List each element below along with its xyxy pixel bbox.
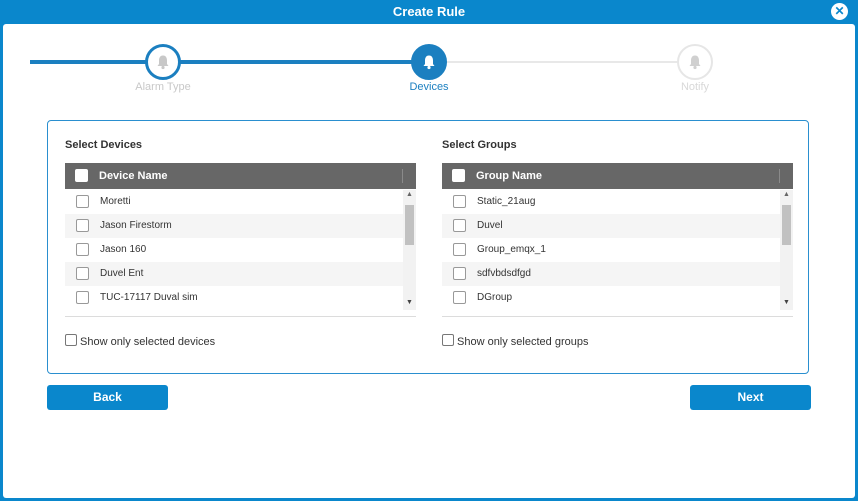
scroll-up-icon[interactable]: ▲	[403, 190, 416, 200]
group-row[interactable]: Group_emqx_1	[442, 238, 780, 262]
group-checkbox[interactable]	[453, 291, 466, 304]
devices-grid-header: Device Name	[65, 163, 416, 189]
group-row[interactable]: sdfvbdsdfgd	[442, 262, 780, 286]
groups-scrollbar[interactable]: ▲ ▼	[780, 190, 793, 310]
scrollbar-thumb[interactable]	[405, 205, 414, 245]
device-name: Jason Firestorm	[100, 220, 172, 231]
show-only-selected-groups[interactable]: Show only selected groups	[442, 334, 588, 348]
bell-icon	[157, 55, 169, 70]
select-devices-title: Select Devices	[65, 139, 143, 151]
group-row[interactable]: DGroup	[442, 286, 780, 310]
bell-icon	[689, 55, 701, 70]
back-button[interactable]: Back	[47, 385, 168, 410]
group-checkbox[interactable]	[453, 267, 466, 280]
groups-list: Static_21aug Duvel Group_emqx_1 sdfvbdsd…	[442, 190, 780, 310]
column-divider	[779, 169, 780, 183]
create-rule-dialog: Create Rule ✕ Alarm Type Devices Notify …	[0, 0, 858, 501]
selection-panel: Select Devices Device Name Moretti Jason…	[47, 120, 809, 374]
wizard-stepper: Alarm Type Devices Notify	[3, 24, 855, 104]
grid-bottom-border	[442, 316, 793, 317]
scrollbar-thumb[interactable]	[782, 205, 791, 245]
scroll-down-icon[interactable]: ▼	[780, 298, 793, 308]
devices-list: Moretti Jason Firestorm Jason 160 Duvel …	[65, 190, 403, 310]
select-groups-title: Select Groups	[442, 139, 517, 151]
group-name: Group_emqx_1	[477, 244, 546, 255]
device-name: Duvel Ent	[100, 268, 144, 279]
device-name: Jason 160	[100, 244, 147, 255]
devices-scrollbar[interactable]: ▲ ▼	[403, 190, 416, 310]
show-only-selected-devices-label: Show only selected devices	[80, 336, 216, 348]
scroll-up-icon[interactable]: ▲	[780, 190, 793, 200]
group-checkbox[interactable]	[453, 195, 466, 208]
step-label-alarm-type: Alarm Type	[135, 81, 191, 93]
dialog-title-bar: Create Rule ✕	[0, 0, 858, 24]
step-notify[interactable]	[677, 44, 713, 80]
device-checkbox[interactable]	[76, 195, 89, 208]
select-all-groups-checkbox[interactable]	[452, 169, 465, 182]
device-row[interactable]: Moretti	[65, 190, 403, 214]
next-button[interactable]: Next	[690, 385, 811, 410]
group-row[interactable]: Static_21aug	[442, 190, 780, 214]
select-all-devices-checkbox[interactable]	[75, 169, 88, 182]
show-only-selected-devices[interactable]: Show only selected devices	[65, 334, 215, 348]
grid-bottom-border	[65, 316, 416, 317]
step-alarm-type[interactable]	[145, 44, 181, 80]
group-name: Static_21aug	[477, 196, 536, 207]
device-name-column-header[interactable]: Device Name	[99, 170, 168, 182]
show-only-selected-devices-checkbox[interactable]	[65, 334, 77, 346]
group-checkbox[interactable]	[453, 219, 466, 232]
device-row[interactable]: Jason 160	[65, 238, 403, 262]
group-name: Duvel	[477, 220, 503, 231]
groups-grid: Group Name Static_21aug Duvel Group_emqx…	[442, 163, 793, 317]
step-label-devices: Devices	[409, 81, 449, 93]
group-checkbox[interactable]	[453, 243, 466, 256]
device-checkbox[interactable]	[76, 267, 89, 280]
group-row[interactable]: Duvel	[442, 214, 780, 238]
group-name: DGroup	[477, 292, 513, 303]
show-only-selected-groups-label: Show only selected groups	[457, 336, 589, 348]
device-row[interactable]: TUC-17117 Duval sim	[65, 286, 403, 310]
stepper-progress-track	[30, 60, 430, 64]
bell-icon	[423, 55, 435, 70]
dialog-title: Create Rule	[392, 4, 466, 19]
step-label-notify: Notify	[680, 81, 710, 93]
groups-grid-header: Group Name	[442, 163, 793, 189]
device-row[interactable]: Duvel Ent	[65, 262, 403, 286]
show-only-selected-groups-checkbox[interactable]	[442, 334, 454, 346]
dialog-content: Alarm Type Devices Notify Select Devices…	[3, 24, 855, 498]
close-icon[interactable]: ✕	[831, 3, 848, 20]
device-name: TUC-17117 Duval sim	[100, 292, 198, 303]
scroll-down-icon[interactable]: ▼	[403, 298, 416, 308]
device-checkbox[interactable]	[76, 243, 89, 256]
device-row[interactable]: Jason Firestorm	[65, 214, 403, 238]
device-name: Moretti	[100, 196, 131, 207]
devices-grid: Device Name Moretti Jason Firestorm Jaso…	[65, 163, 416, 317]
device-checkbox[interactable]	[76, 291, 89, 304]
device-checkbox[interactable]	[76, 219, 89, 232]
group-name-column-header[interactable]: Group Name	[476, 170, 542, 182]
group-name: sdfvbdsdfgd	[477, 268, 531, 279]
step-devices[interactable]	[411, 44, 447, 80]
stepper-remaining-track	[430, 61, 695, 63]
column-divider	[402, 169, 403, 183]
